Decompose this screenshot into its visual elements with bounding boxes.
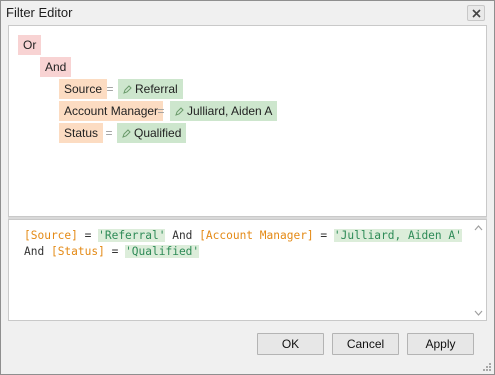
window-title: Filter Editor	[6, 5, 73, 20]
pencil-icon	[175, 107, 184, 117]
condition-value-text: Julliard, Aiden A	[187, 104, 273, 118]
vertical-scrollbar[interactable]	[473, 224, 484, 317]
condition-operator[interactable]: =	[103, 79, 117, 99]
chevron-down-icon[interactable]	[474, 309, 483, 317]
expr-value: 'Julliard, Aiden A'	[333, 229, 462, 242]
resize-grip-icon[interactable]	[482, 362, 492, 372]
filter-tree-panel: Or And Source = Referral Account Manager…	[8, 25, 487, 217]
expr-value: 'Referral'	[98, 229, 166, 242]
ok-button[interactable]: OK	[257, 333, 324, 355]
close-icon	[472, 9, 481, 18]
title-bar[interactable]: Filter Editor	[1, 1, 494, 25]
expr-field: [Source]	[24, 229, 78, 242]
chevron-up-icon[interactable]	[474, 224, 483, 232]
filter-editor-window: Filter Editor Or And Source = Referral A…	[0, 0, 495, 375]
group-or-node[interactable]: Or	[18, 35, 42, 55]
filter-expression[interactable]: [Source] = 'Referral' And [Account Manag…	[24, 228, 466, 260]
condition-value-source[interactable]: Referral	[118, 79, 183, 99]
pencil-icon	[123, 85, 132, 95]
expr-value: 'Qualified'	[125, 245, 200, 258]
condition-value-text: Qualified	[134, 126, 182, 140]
condition-operator[interactable]: =	[102, 123, 116, 143]
expr-operator: =	[313, 229, 334, 242]
group-and-node[interactable]: And	[40, 57, 72, 77]
apply-button[interactable]: Apply	[407, 333, 474, 355]
expr-operator: =	[77, 229, 99, 242]
pencil-icon	[122, 129, 131, 139]
cancel-button[interactable]: Cancel	[332, 333, 399, 355]
expr-operator: =	[104, 245, 126, 258]
condition-operator[interactable]: =	[154, 101, 168, 121]
condition-field-account-manager[interactable]: Account Manager	[59, 101, 164, 121]
condition-value-account-manager[interactable]: Julliard, Aiden A	[170, 101, 278, 121]
dialog-button-bar: OK Cancel Apply	[1, 323, 494, 374]
condition-value-text: Referral	[135, 82, 178, 96]
expr-and: And	[165, 229, 200, 242]
close-button[interactable]	[467, 5, 485, 21]
expr-field: [Status]	[50, 245, 105, 258]
condition-field-status[interactable]: Status	[59, 123, 104, 143]
expr-field: [Account Manager]	[199, 229, 314, 242]
condition-field-source[interactable]: Source	[59, 79, 108, 99]
condition-value-status[interactable]: Qualified	[117, 123, 187, 143]
expression-text-panel[interactable]: [Source] = 'Referral' And [Account Manag…	[8, 219, 487, 321]
